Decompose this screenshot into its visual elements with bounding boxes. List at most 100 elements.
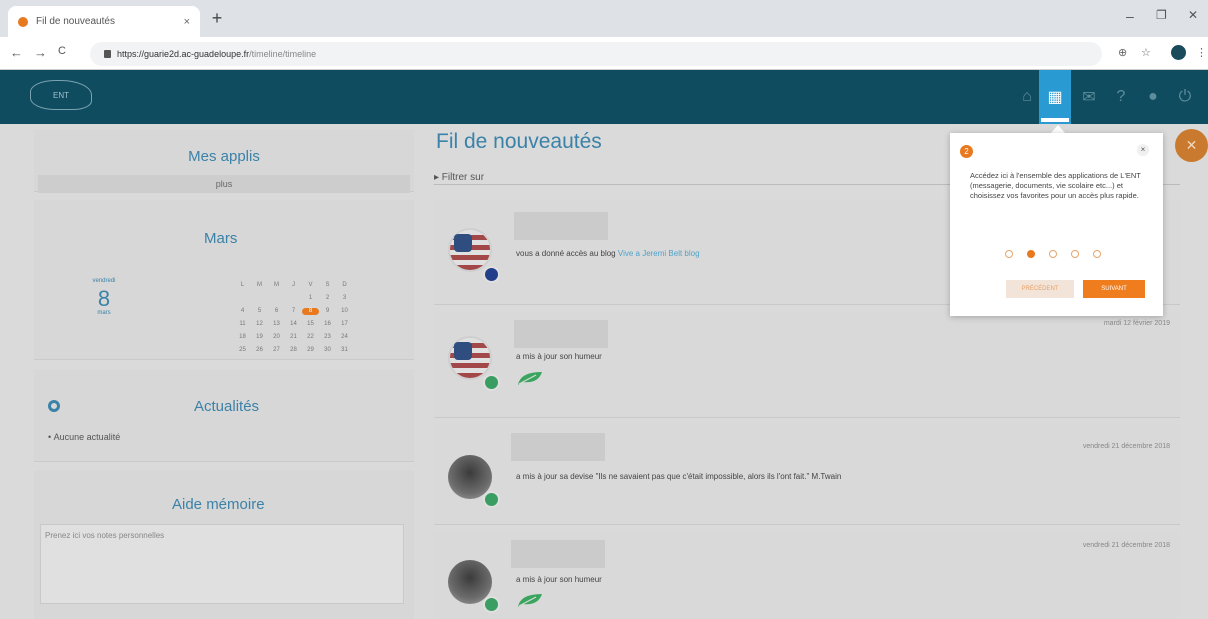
calendar-day-cell[interactable]: 25 bbox=[234, 347, 251, 354]
tour-step-dot[interactable] bbox=[1027, 250, 1035, 258]
calendar-day-cell[interactable]: 4 bbox=[234, 308, 251, 315]
news-panel: Actualités • Aucune actualité bbox=[34, 370, 414, 462]
minimize-button[interactable]: – bbox=[1126, 8, 1134, 24]
memo-panel: Aide mémoire Prenez ici vos notes person… bbox=[34, 470, 414, 619]
window-close-button[interactable]: ✕ bbox=[1188, 8, 1198, 22]
feed-item: a mis à jour sa devise "Ils ne savaient … bbox=[434, 425, 1180, 525]
calendar-day-cell[interactable]: 23 bbox=[319, 334, 336, 341]
tour-previous-button[interactable]: PRÉCÉDENT bbox=[1006, 280, 1074, 298]
restore-button[interactable]: ❐ bbox=[1156, 8, 1167, 22]
calendar-day-cell[interactable]: 10 bbox=[336, 308, 353, 315]
calendar-empty-cell bbox=[268, 295, 285, 302]
url-host: https://guarie2d.ac-guadeloupe.fr bbox=[117, 49, 250, 59]
calendar-day-cell[interactable]: 2 bbox=[319, 295, 336, 302]
calendar-day-cell[interactable]: 21 bbox=[285, 334, 302, 341]
browser-toolbar: ← → C https://guarie2d.ac-guadeloupe.fr … bbox=[0, 37, 1208, 70]
feed-item-date: vendredi 21 décembre 2018 bbox=[1082, 542, 1170, 549]
calendar-day-cell[interactable]: 18 bbox=[234, 334, 251, 341]
calendar-day-cell[interactable]: L bbox=[234, 282, 251, 289]
feed-item-link[interactable]: Vive a Jeremi Belt blog bbox=[618, 249, 700, 258]
apps-grid-icon[interactable]: ▦ bbox=[1039, 70, 1071, 124]
calendar-day-cell[interactable]: 27 bbox=[268, 347, 285, 354]
close-tour-fab-button[interactable]: ✕ bbox=[1175, 129, 1208, 162]
feed-item: a mis à jour son humeur vendredi 21 déce… bbox=[434, 532, 1180, 619]
user-avatar[interactable] bbox=[448, 336, 492, 380]
author-name-redacted[interactable] bbox=[514, 212, 608, 240]
tour-close-button[interactable]: × bbox=[1137, 144, 1149, 156]
calendar-day-cell[interactable]: 29 bbox=[302, 347, 319, 354]
motto-badge-icon bbox=[483, 491, 500, 508]
zoom-icon[interactable]: ⊕ bbox=[1118, 46, 1127, 59]
calendar-day-cell[interactable]: 13 bbox=[268, 321, 285, 328]
tour-next-button[interactable]: SUIVANT bbox=[1083, 280, 1145, 298]
calendar-day-cell[interactable]: 20 bbox=[268, 334, 285, 341]
calendar-day-cell[interactable]: 28 bbox=[285, 347, 302, 354]
calendar-day-cell[interactable]: 9 bbox=[319, 308, 336, 315]
tour-step-dot[interactable] bbox=[1071, 250, 1079, 258]
calendar-day-cell[interactable]: 14 bbox=[285, 321, 302, 328]
bookmark-star-icon[interactable]: ☆ bbox=[1141, 46, 1151, 59]
tour-step-dot[interactable] bbox=[1005, 250, 1013, 258]
blog-badge-icon bbox=[483, 266, 500, 283]
memo-textarea[interactable]: Prenez ici vos notes personnelles bbox=[40, 524, 404, 604]
calendar-day-cell[interactable]: 11 bbox=[234, 321, 251, 328]
address-bar[interactable]: https://guarie2d.ac-guadeloupe.fr /timel… bbox=[90, 42, 1102, 66]
news-empty-item: • Aucune actualité bbox=[48, 432, 121, 442]
leaf-icon bbox=[518, 594, 542, 607]
forward-button[interactable]: → bbox=[34, 45, 47, 60]
calendar-day-cell[interactable]: 31 bbox=[336, 347, 353, 354]
feed-title: Fil de nouveautés bbox=[436, 130, 602, 153]
author-name-redacted[interactable] bbox=[511, 540, 605, 568]
calendar-day-cell[interactable]: 19 bbox=[251, 334, 268, 341]
calendar-day-cell[interactable]: 1 bbox=[302, 295, 319, 302]
calendar-day-cell[interactable]: D bbox=[336, 282, 353, 289]
tour-step-dot[interactable] bbox=[1093, 250, 1101, 258]
calendar-day-cell[interactable]: 16 bbox=[319, 321, 336, 328]
calendar-day-cell[interactable]: S bbox=[319, 282, 336, 289]
feed-item-action: vous a donné accès au blog bbox=[516, 249, 616, 258]
calendar-day-cell[interactable]: 6 bbox=[268, 308, 285, 315]
new-tab-button[interactable]: + bbox=[206, 8, 228, 29]
calendar-day-cell[interactable]: 22 bbox=[302, 334, 319, 341]
calendar-day-cell[interactable]: V bbox=[302, 282, 319, 289]
browser-menu-icon[interactable]: ⋮ bbox=[1196, 46, 1207, 59]
author-name-redacted[interactable] bbox=[511, 433, 605, 461]
back-button[interactable]: ← bbox=[10, 45, 23, 60]
calendar-day-cell[interactable]: 3 bbox=[336, 295, 353, 302]
calendar-day-cell[interactable]: 17 bbox=[336, 321, 353, 328]
profile-avatar[interactable] bbox=[1171, 45, 1186, 60]
calendar-day-cell[interactable]: 7 bbox=[285, 308, 302, 315]
user-avatar[interactable] bbox=[448, 228, 492, 272]
calendar-day-cell[interactable]: 8 bbox=[302, 308, 319, 315]
calendar-day-cell[interactable]: 12 bbox=[251, 321, 268, 328]
mail-icon[interactable]: ✉ bbox=[1073, 70, 1105, 124]
settings-gear-icon[interactable] bbox=[48, 400, 60, 412]
help-icon[interactable]: ? bbox=[1105, 70, 1137, 124]
calendar-day-cell[interactable]: 30 bbox=[319, 347, 336, 354]
calendar-day-cell[interactable]: J bbox=[285, 282, 302, 289]
feed-item-text: vous a donné accès au blog Vive a Jeremi… bbox=[516, 249, 700, 258]
leaf-icon bbox=[518, 372, 542, 385]
calendar-day-cell[interactable]: 5 bbox=[251, 308, 268, 315]
power-icon[interactable]: ⏻ bbox=[1169, 70, 1201, 124]
tab-close-button[interactable]: × bbox=[184, 16, 190, 28]
calendar-day-cell[interactable]: 26 bbox=[251, 347, 268, 354]
browser-tab[interactable]: Fil de nouveautés × bbox=[8, 6, 200, 37]
calendar-day-cell[interactable]: M bbox=[268, 282, 285, 289]
tour-description: Accédez ici à l'ensemble des application… bbox=[970, 171, 1141, 200]
reload-button[interactable]: C bbox=[58, 45, 66, 57]
tour-step-dot[interactable] bbox=[1049, 250, 1057, 258]
user-icon[interactable]: ● bbox=[1137, 70, 1169, 124]
calendar-day-cell[interactable]: 24 bbox=[336, 334, 353, 341]
apps-plus-link[interactable]: plus bbox=[38, 175, 410, 193]
calendar-day-cell[interactable]: 15 bbox=[302, 321, 319, 328]
calendar-empty-cell bbox=[285, 295, 302, 302]
mood-badge-icon bbox=[483, 596, 500, 613]
ent-logo[interactable]: ENT bbox=[30, 80, 92, 110]
calendar-day-cell[interactable]: M bbox=[251, 282, 268, 289]
feed-filter-toggle[interactable]: ▸ Filtrer sur bbox=[434, 172, 484, 183]
author-name-redacted[interactable] bbox=[514, 320, 608, 348]
calendar-month-small: mars bbox=[97, 310, 111, 316]
tab-title: Fil de nouveautés bbox=[36, 16, 115, 27]
tour-step-badge: 2 bbox=[960, 145, 973, 158]
